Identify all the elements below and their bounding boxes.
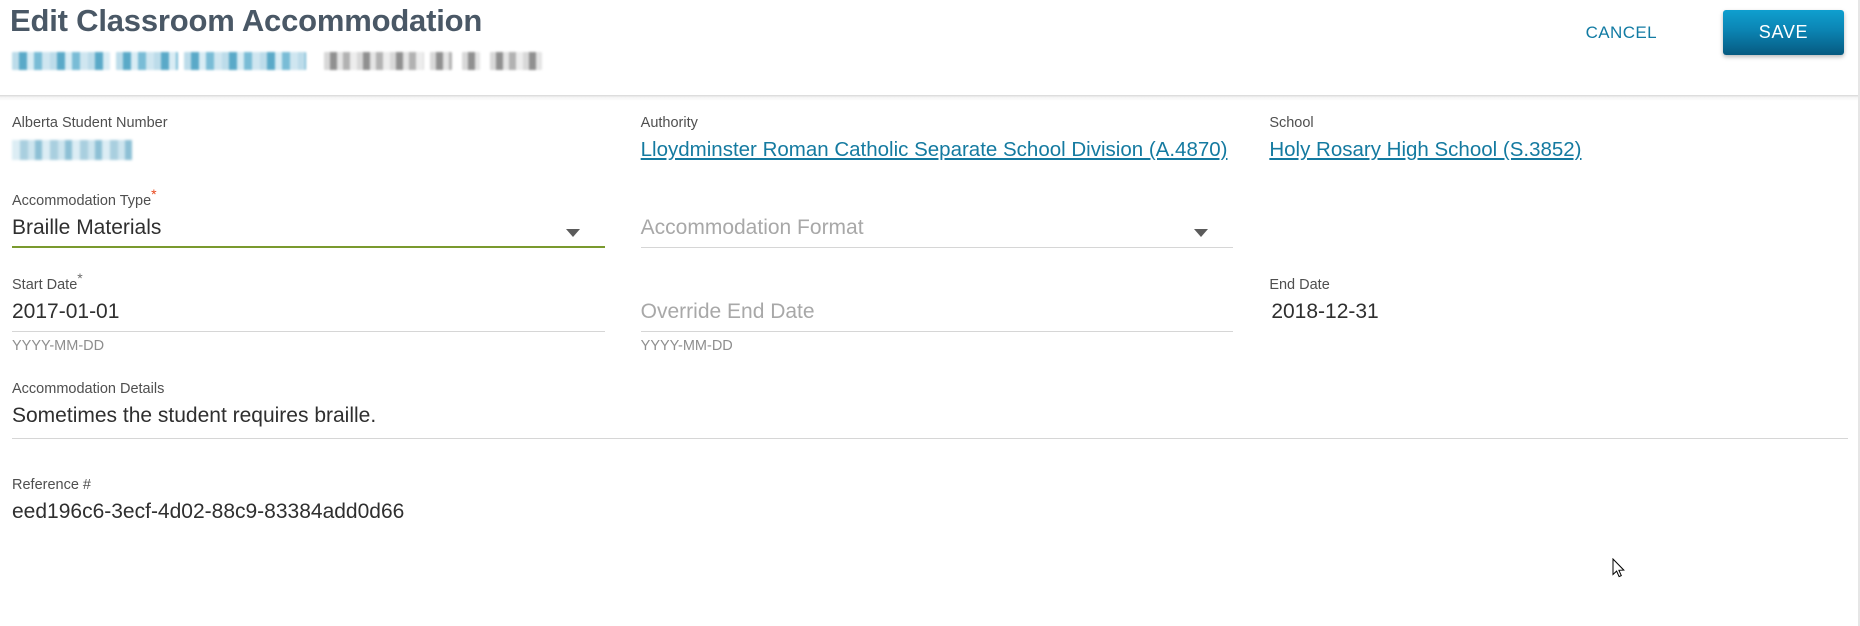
accommodation-type-value: Braille Materials <box>12 216 162 239</box>
field-alberta-student-number: Alberta Student Number <box>12 114 641 164</box>
accommodation-type-label-text: Accommodation Type <box>12 193 152 209</box>
redacted-student-subtitle <box>12 52 542 70</box>
accommodation-details-input[interactable]: Sometimes the student requires braille. <box>12 398 1848 439</box>
page-header: Edit Classroom Accommodation CANCEL SAVE <box>0 0 1860 101</box>
start-date-label-text: Start Date <box>12 277 78 293</box>
page-title: Edit Classroom Accommodation <box>10 3 483 38</box>
field-accommodation-type: Accommodation Type* Braille Materials <box>12 187 641 248</box>
mouse-cursor-icon <box>1612 558 1625 578</box>
redacted-block <box>324 52 424 70</box>
end-date-value: 2018-12-31 <box>1271 300 1379 323</box>
accommodation-form: Alberta Student Number Authority Lloydmi… <box>0 114 1860 526</box>
alberta-student-number-label: Alberta Student Number <box>12 115 168 131</box>
authority-label: Authority <box>640 115 698 131</box>
field-authority: Authority Lloydminster Roman Catholic Se… <box>641 114 1270 164</box>
alberta-student-number-value-redacted <box>12 140 132 160</box>
field-school: School Holy Rosary High School (S.3852) <box>1269 114 1848 164</box>
form-row-accommodation: Accommodation Type* Braille Materials Ac… <box>12 187 1848 248</box>
field-reference-number: Reference # eed196c6-3ecf-4d02-88c9-8338… <box>12 476 1848 526</box>
override-end-date-placeholder: Override End Date <box>640 300 815 323</box>
redacted-block <box>116 52 178 70</box>
start-date-value: 2017-01-01 <box>12 300 120 323</box>
redacted-block <box>462 52 480 70</box>
accommodation-details-value: Sometimes the student requires braille. <box>12 404 377 427</box>
accommodation-format-placeholder: Accommodation Format <box>640 216 864 239</box>
cancel-button[interactable]: CANCEL <box>1568 13 1675 53</box>
reference-number-label: Reference # <box>12 477 91 493</box>
accommodation-format-select[interactable]: Accommodation Format <box>640 210 1234 248</box>
form-row-details: Accommodation Details Sometimes the stud… <box>12 380 1848 439</box>
accommodation-row-spacer <box>1269 192 1848 248</box>
override-end-date-input[interactable]: Override End Date <box>640 294 1234 332</box>
form-row-dates: Start Date* 2017-01-01 YYYY-MM-DD Overri… <box>12 271 1848 355</box>
accommodation-type-label: Accommodation Type* <box>12 187 605 210</box>
save-button[interactable]: SAVE <box>1723 10 1844 55</box>
start-date-input[interactable]: 2017-01-01 <box>12 294 605 332</box>
school-link[interactable]: Holy Rosary High School (S.3852) <box>1269 138 1581 161</box>
end-date-label: End Date <box>1269 277 1330 293</box>
form-row-identity: Alberta Student Number Authority Lloydmi… <box>12 114 1848 164</box>
override-end-date-hint: YYYY-MM-DD <box>640 338 733 354</box>
redacted-block <box>490 52 542 70</box>
field-end-date: End Date 2018-12-31 <box>1269 276 1848 355</box>
reference-number-value: eed196c6-3ecf-4d02-88c9-83384add0d66 <box>12 500 405 523</box>
header-inner: Edit Classroom Accommodation CANCEL SAVE <box>0 0 1860 96</box>
authority-link[interactable]: Lloydminster Roman Catholic Separate Sch… <box>641 138 1228 161</box>
form-row-reference: Reference # eed196c6-3ecf-4d02-88c9-8338… <box>12 476 1848 526</box>
start-date-hint: YYYY-MM-DD <box>12 338 105 354</box>
field-start-date: Start Date* 2017-01-01 YYYY-MM-DD <box>12 271 641 355</box>
accommodation-type-select[interactable]: Braille Materials <box>12 210 605 248</box>
redacted-block <box>430 52 452 70</box>
field-accommodation-format: Accommodation Format <box>640 192 1270 248</box>
chevron-down-icon[interactable] <box>1194 229 1209 237</box>
header-divider <box>0 95 1860 101</box>
redacted-block <box>12 52 110 70</box>
required-asterisk: * <box>151 186 157 203</box>
field-accommodation-details: Accommodation Details Sometimes the stud… <box>12 380 1848 439</box>
required-asterisk: * <box>77 270 83 287</box>
redacted-block <box>184 52 306 70</box>
header-actions: CANCEL SAVE <box>1568 10 1844 55</box>
chevron-down-icon[interactable] <box>565 229 580 237</box>
accommodation-details-label: Accommodation Details <box>12 381 165 397</box>
start-date-label: Start Date* <box>12 271 605 294</box>
field-override-end-date: Override End Date YYYY-MM-DD <box>640 276 1270 355</box>
school-label: School <box>1269 115 1314 131</box>
